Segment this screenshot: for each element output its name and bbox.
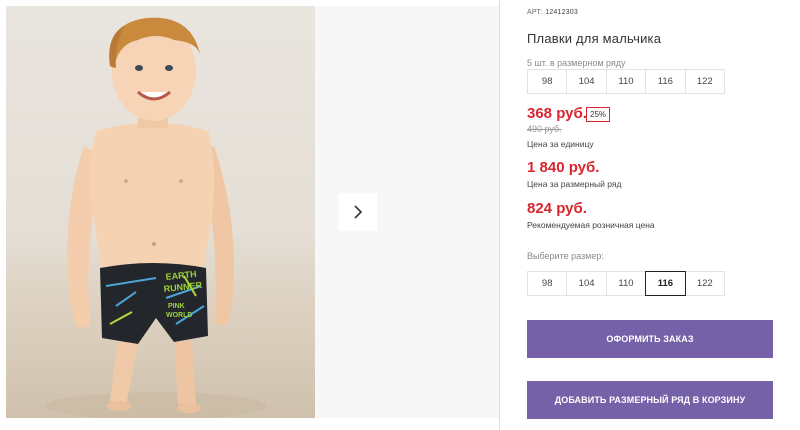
pack-size-122: 122 bbox=[684, 69, 725, 94]
row-price: 1 840 руб. bbox=[527, 159, 600, 176]
size-option-110[interactable]: 110 bbox=[605, 271, 647, 296]
discount-badge: 25% bbox=[586, 107, 611, 122]
row-price-caption: Цена за размерный ряд bbox=[527, 179, 622, 189]
pack-sizes-row: 98 104 110 116 122 bbox=[527, 69, 725, 94]
next-image-button[interactable] bbox=[339, 193, 377, 231]
old-price: 490 руб. bbox=[527, 124, 562, 134]
svg-text:PINK: PINK bbox=[168, 303, 185, 310]
size-option-122[interactable]: 122 bbox=[684, 271, 725, 296]
retail-price: 824 руб. bbox=[527, 200, 587, 217]
unit-price-caption: Цена за единицу bbox=[527, 139, 594, 149]
choose-size-hint: Выберите размер: bbox=[527, 251, 604, 261]
size-option-104[interactable]: 104 bbox=[566, 271, 607, 296]
chevron-right-icon bbox=[354, 205, 363, 219]
product-gallery: EARTH RUNNER PINK WORLD bbox=[0, 0, 500, 430]
article-number: АРТ: 12412303 bbox=[527, 9, 578, 16]
boy-illustration: EARTH RUNNER PINK WORLD bbox=[46, 17, 266, 418]
divider bbox=[499, 0, 500, 430]
pack-size-110: 110 bbox=[605, 69, 647, 94]
unit-price: 368 руб. bbox=[527, 105, 587, 122]
add-row-to-cart-button[interactable]: ДОБАВИТЬ РАЗМЕРНЫЙ РЯД В КОРЗИНУ bbox=[527, 381, 773, 419]
svg-text:WORLD: WORLD bbox=[166, 312, 192, 319]
pack-size-116: 116 bbox=[645, 69, 686, 94]
product-title: Плавки для мальчика bbox=[527, 31, 662, 46]
size-option-98[interactable]: 98 bbox=[527, 271, 568, 296]
product-photo[interactable]: EARTH RUNNER PINK WORLD bbox=[6, 6, 315, 418]
choose-size-row: 98 104 110 116 122 bbox=[527, 271, 725, 296]
order-button[interactable]: ОФОРМИТЬ ЗАКАЗ bbox=[527, 320, 773, 358]
size-option-116-selected[interactable]: 116 bbox=[645, 271, 686, 296]
retail-price-caption: Рекомендуемая розничная цена bbox=[527, 220, 655, 230]
pack-size-98: 98 bbox=[527, 69, 568, 94]
pack-size-104: 104 bbox=[566, 69, 607, 94]
pack-sizes-hint: 5 шт. в размерном ряду bbox=[527, 58, 626, 68]
